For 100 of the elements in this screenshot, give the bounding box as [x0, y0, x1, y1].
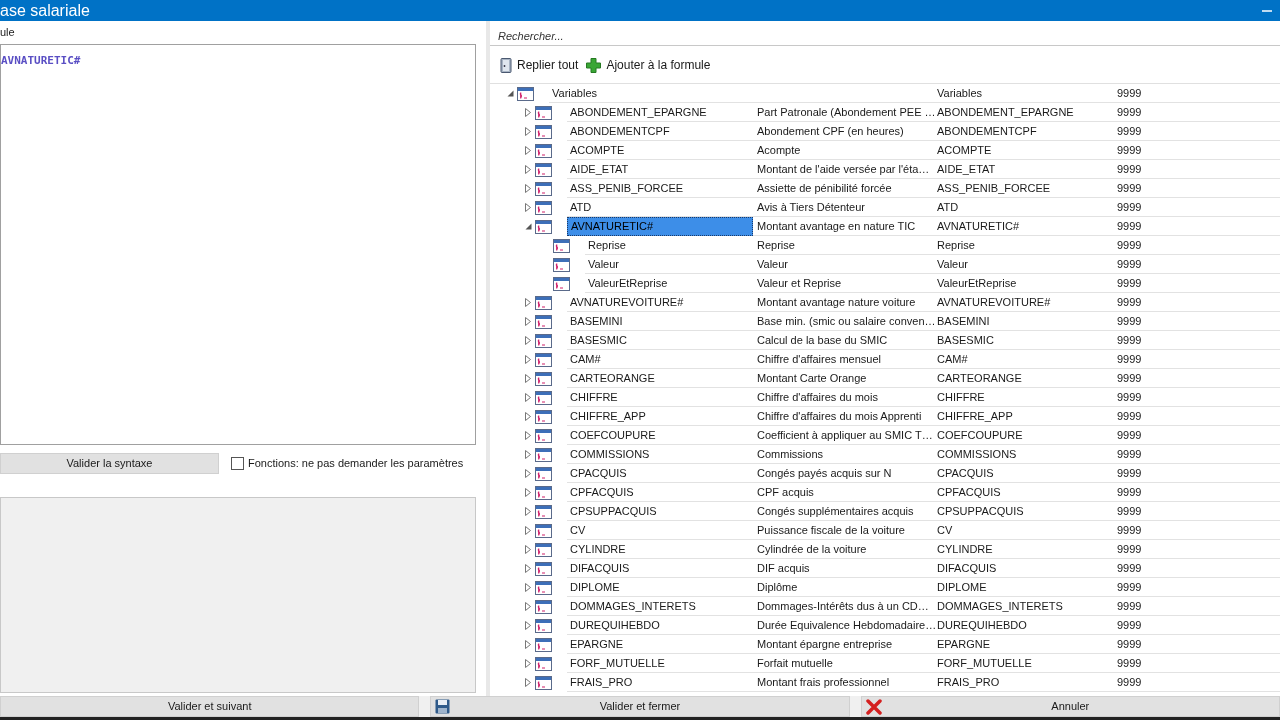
code-cell-text: 9999 — [1117, 598, 1142, 614]
expand-arrow-icon[interactable] — [525, 659, 531, 668]
expand-arrow-icon[interactable] — [525, 678, 531, 687]
variable-icon — [553, 238, 570, 253]
tree-item[interactable]: Reprise — [585, 236, 753, 255]
tree-item[interactable]: CHIFFRE — [567, 388, 753, 407]
description-cell-text: Congés supplémentaires acquis — [757, 503, 914, 519]
expand-arrow-icon[interactable] — [525, 146, 531, 155]
tree-item[interactable]: CPFACQUIS — [567, 483, 753, 502]
tree-item[interactable]: ABONDEMENT_EPARGNE — [567, 103, 753, 122]
tree-item[interactable]: CPSUPPACQUIS — [567, 502, 753, 521]
tree-item[interactable]: ASS_PENIB_FORCEE — [567, 179, 753, 198]
tree-item[interactable]: ValeurEtReprise — [585, 274, 753, 293]
variable-icon — [535, 105, 552, 120]
expand-arrow-icon[interactable] — [525, 336, 531, 345]
validate-close-button[interactable]: Valider et fermer — [430, 696, 850, 717]
cancel-button[interactable]: Annuler — [860, 696, 1280, 717]
code-cell-text: 9999 — [1117, 237, 1142, 253]
expand-arrow-icon[interactable] — [525, 127, 531, 136]
tree-item[interactable]: CYLINDRE — [567, 540, 753, 559]
variable-icon — [553, 257, 570, 272]
expand-arrow-icon[interactable] — [525, 393, 531, 402]
expand-arrow-icon[interactable] — [525, 488, 531, 497]
tree-item[interactable]: CAM# — [567, 350, 753, 369]
add-to-formula-button[interactable]: Ajouter à la formule — [586, 55, 711, 75]
expand-arrow-icon[interactable] — [525, 184, 531, 193]
tree-item[interactable]: FRAIS_PRO — [567, 673, 753, 692]
tree-item[interactable]: COMMISSIONS — [567, 445, 753, 464]
variable-cell-text: ABONDEMENTCPF — [937, 123, 1037, 139]
variable-cell-text: Variables — [937, 85, 983, 101]
tree-item[interactable]: CHIFFRE_APP — [567, 407, 753, 426]
tree-item[interactable]: DUREQUIHEBDO — [567, 616, 753, 635]
expand-arrow-icon[interactable] — [525, 469, 531, 478]
variable-icon — [535, 637, 552, 652]
expand-arrow-icon[interactable] — [525, 602, 531, 611]
tree-item[interactable]: AVNATUREVOITURE# — [567, 293, 753, 312]
door-icon — [500, 57, 512, 73]
tree-item[interactable]: ABONDEMENTCPF — [567, 122, 753, 141]
tree-item[interactable]: Valeur — [585, 255, 753, 274]
expand-arrow-icon[interactable] — [525, 412, 531, 421]
expand-arrow-icon[interactable] — [525, 450, 531, 459]
variable-cell-text: FRAIS_PRO — [937, 674, 1000, 690]
variable-icon — [517, 86, 534, 101]
checkbox[interactable] — [231, 457, 244, 470]
tree-item[interactable]: AIDE_ETAT — [567, 160, 753, 179]
variable-icon — [535, 466, 552, 481]
variable-icon — [535, 162, 552, 177]
expand-arrow-icon[interactable] — [525, 583, 531, 592]
variable-cell-text: ABONDEMENT_EPARGNE — [937, 104, 1074, 120]
variable-cell-text: ASS_PENIB_FORCEE — [937, 180, 1051, 196]
variable-cell-text: COMMISSIONS — [937, 446, 1017, 462]
tree-item[interactable]: Variables — [549, 84, 753, 103]
expand-arrow-icon[interactable] — [525, 108, 531, 117]
validate-next-button[interactable]: Valider et suivant — [0, 696, 420, 717]
expand-arrow-icon[interactable] — [525, 640, 531, 649]
expand-arrow-icon[interactable] — [525, 564, 531, 573]
code-cell-text: 9999 — [1117, 446, 1142, 462]
description-cell-text: Congés payés acquis sur N — [757, 465, 892, 481]
description-cell-text: Avis à Tiers Détenteur — [757, 199, 865, 215]
variable-icon — [535, 504, 552, 519]
tree-item[interactable]: BASESMIC — [567, 331, 753, 350]
tree-item[interactable]: DOMMAGES_INTERETS — [567, 597, 753, 616]
variable-cell-text: CYLINDRE — [937, 541, 993, 557]
tree-item[interactable]: AVNATURETIC# — [567, 217, 753, 236]
expand-arrow-icon[interactable] — [525, 507, 531, 516]
search-field[interactable]: Rechercher... — [490, 26, 1280, 46]
expand-arrow-icon[interactable] — [525, 355, 531, 364]
expand-arrow-icon[interactable] — [525, 374, 531, 383]
expand-arrow-icon[interactable] — [525, 203, 531, 212]
expand-arrow-icon[interactable] — [525, 545, 531, 554]
tree-item[interactable]: ACOMPTE — [567, 141, 753, 160]
tree-item[interactable]: FORF_MUTUELLE — [567, 654, 753, 673]
tree-item[interactable]: EPARGNE — [567, 635, 753, 654]
tree-item[interactable]: CV — [567, 521, 753, 540]
expand-arrow-icon[interactable] — [525, 317, 531, 326]
tree-item[interactable]: COEFCOUPURE — [567, 426, 753, 445]
formula-editor[interactable]: AVNATURETIC# — [0, 44, 476, 445]
variable-cell-text: Reprise — [937, 237, 975, 253]
expand-arrow-icon[interactable] — [525, 621, 531, 630]
variable-cell-text: ACOMPTE — [937, 142, 992, 158]
tree-item[interactable]: CARTEORANGE — [567, 369, 753, 388]
expand-arrow-icon[interactable] — [525, 165, 531, 174]
expand-arrow-icon[interactable] — [525, 431, 531, 440]
tree-item[interactable]: DIFACQUIS — [567, 559, 753, 578]
code-cell-text: 9999 — [1117, 655, 1142, 671]
tree-item[interactable]: DIPLOME — [567, 578, 753, 597]
collapse-arrow-icon[interactable] — [524, 223, 532, 230]
formula-label: ule — [0, 25, 16, 40]
variable-icon — [553, 276, 570, 291]
tree-item[interactable]: CPACQUIS — [567, 464, 753, 483]
tree-item[interactable]: BASEMINI — [567, 312, 753, 331]
collapse-all-button[interactable]: Replier tout — [500, 55, 579, 75]
variable-cell-text: CPFACQUIS — [937, 484, 1001, 500]
collapse-arrow-icon[interactable] — [506, 90, 514, 97]
expand-arrow-icon[interactable] — [525, 298, 531, 307]
expand-arrow-icon[interactable] — [525, 526, 531, 535]
variable-icon — [535, 409, 552, 424]
validate-syntax-button[interactable]: Valider la syntaxe — [0, 453, 219, 474]
code-cell-text: 9999 — [1117, 617, 1142, 633]
variable-cell-text: AVNATUREVOITURE# — [937, 294, 1051, 310]
